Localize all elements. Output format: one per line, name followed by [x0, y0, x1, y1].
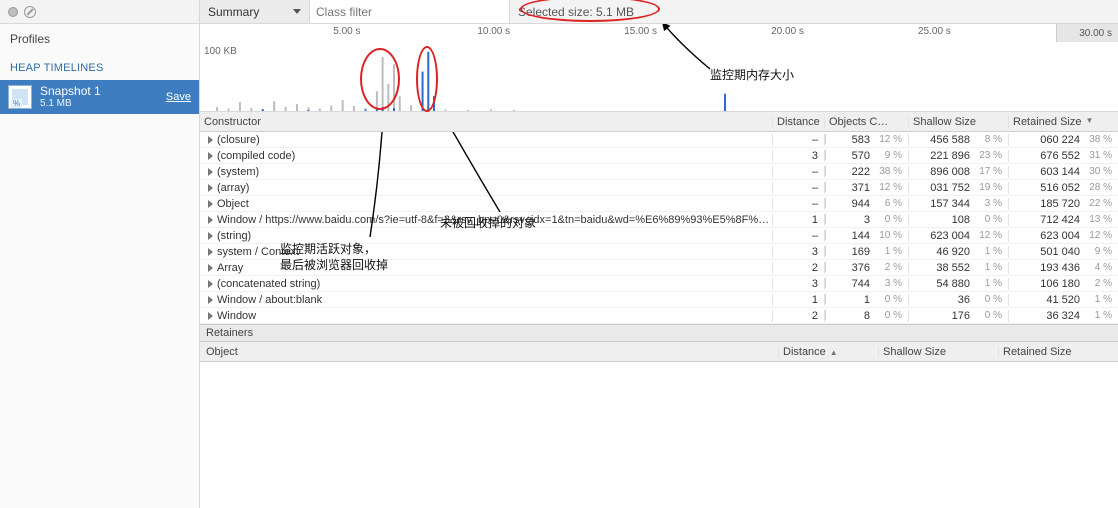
table-row[interactable]: (array)–37112 %031 75219 %516 05228 % — [200, 180, 1118, 196]
retainers-header[interactable]: Object Distance Shallow Size Retained Si… — [200, 342, 1118, 362]
profiles-heading: Profiles — [0, 24, 199, 54]
snapshot-name: Snapshot 1 — [40, 84, 158, 98]
expand-icon[interactable] — [208, 296, 213, 304]
col-objects[interactable]: Objects C… — [824, 116, 908, 128]
view-select[interactable]: Summary — [200, 0, 310, 23]
table-row[interactable]: (closure)–58312 %456 5888 %060 22438 % — [200, 132, 1118, 148]
toolbar: Summary Selected size: 5.1 MB — [200, 0, 1118, 24]
table-row[interactable]: (compiled code)35709 %221 89623 %676 552… — [200, 148, 1118, 164]
table-row[interactable]: (system)–22238 %896 00817 %603 14430 % — [200, 164, 1118, 180]
window-controls — [0, 0, 199, 24]
time-ruler: 5.00 s 10.00 s 15.00 s 20.00 s 25.00 s 3… — [200, 24, 1118, 42]
retainers-title[interactable]: Retainers — [200, 324, 1118, 342]
table-row[interactable]: (concatenated string)37443 %54 8801 %106… — [200, 276, 1118, 292]
expand-icon[interactable] — [208, 200, 213, 208]
view-select-label: Summary — [208, 5, 259, 19]
table-row[interactable]: Object–9446 %157 3443 %185 72022 % — [200, 196, 1118, 212]
expand-icon[interactable] — [208, 232, 213, 240]
chart-area — [200, 42, 1056, 111]
expand-icon[interactable] — [208, 168, 213, 176]
expand-icon[interactable] — [208, 216, 213, 224]
table-row[interactable]: Window / about:blank110 %360 %41 5201 % — [200, 292, 1118, 308]
snapshot-size: 5.1 MB — [40, 98, 158, 110]
grid-header[interactable]: Constructor Distance Objects C… Shallow … — [200, 112, 1118, 132]
tick: 10.00 s — [477, 26, 510, 37]
tick: 15.00 s — [624, 26, 657, 37]
table-row[interactable]: Window280 %1760 %36 3241 % — [200, 308, 1118, 324]
snapshot-save-link[interactable]: Save — [166, 91, 191, 103]
col-constructor[interactable]: Constructor — [200, 116, 772, 128]
tick: 20.00 s — [771, 26, 804, 37]
retainers-body — [200, 362, 1118, 508]
expand-icon[interactable] — [208, 248, 213, 256]
expand-icon[interactable] — [208, 184, 213, 192]
tick: 25.00 s — [918, 26, 951, 37]
ret-col-shallow[interactable]: Shallow Size — [878, 346, 998, 358]
clear-icon[interactable] — [24, 6, 36, 18]
expand-icon[interactable] — [208, 264, 213, 272]
heap-timelines-heading: HEAP TIMELINES — [0, 54, 199, 80]
tick: 5.00 s — [333, 26, 360, 37]
table-row[interactable]: (string)–14410 %623 00412 %623 00412 % — [200, 228, 1118, 244]
chevron-down-icon — [293, 9, 301, 14]
snapshot-icon — [8, 85, 32, 109]
selected-size-label: Selected size: 5.1 MB — [510, 0, 650, 23]
sidebar: Profiles HEAP TIMELINES Snapshot 1 5.1 M… — [0, 0, 200, 508]
grid-body[interactable]: 未被回收掉的对象 监控期活跃对象， 最后被浏览器回收掉 (closure)–58… — [200, 132, 1118, 324]
class-filter-input[interactable] — [310, 0, 510, 23]
col-distance[interactable]: Distance — [772, 116, 824, 128]
constructor-grid: Constructor Distance Objects C… Shallow … — [200, 112, 1118, 324]
snapshot-item[interactable]: Snapshot 1 5.1 MB Save — [0, 80, 199, 114]
ret-col-distance[interactable]: Distance — [778, 346, 878, 358]
allocation-timeline[interactable]: 5.00 s 10.00 s 15.00 s 20.00 s 25.00 s 3… — [200, 24, 1118, 112]
main-panel: Summary Selected size: 5.1 MB 5.00 s 10.… — [200, 0, 1118, 508]
ret-col-retained[interactable]: Retained Size — [998, 346, 1118, 358]
expand-icon[interactable] — [208, 280, 213, 288]
col-retained[interactable]: Retained Size — [1008, 116, 1118, 128]
col-shallow[interactable]: Shallow Size — [908, 116, 1008, 128]
record-icon[interactable] — [8, 7, 18, 17]
expand-icon[interactable] — [208, 312, 213, 320]
table-row[interactable]: system / Context31691 %46 9201 %501 0409… — [200, 244, 1118, 260]
table-row[interactable]: Array23762 %38 5521 %193 4364 % — [200, 260, 1118, 276]
overview-end-label: 30.00 s — [1056, 24, 1118, 42]
expand-icon[interactable] — [208, 136, 213, 144]
ret-col-object[interactable]: Object — [200, 346, 778, 358]
table-row[interactable]: Window / https://www.baidu.com/s?ie=utf-… — [200, 212, 1118, 228]
expand-icon[interactable] — [208, 152, 213, 160]
